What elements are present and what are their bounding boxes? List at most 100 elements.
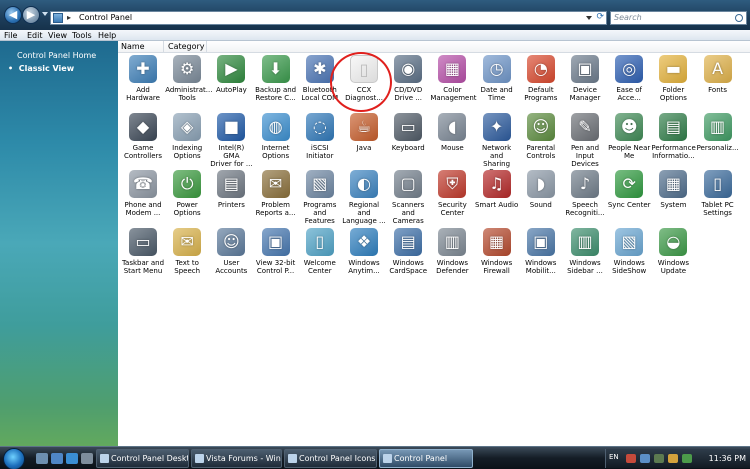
address-field[interactable]: ▸ Control Panel ⟳ [50,11,607,25]
control-panel-item[interactable]: ◷ Date and Time [475,55,519,107]
start-button[interactable] [3,448,25,469]
column-name[interactable]: Name [121,42,145,51]
back-arrow-icon: ◀ [8,8,18,21]
control-panel-item[interactable]: ▭ Keyboard [386,112,430,165]
control-panel-item-label: Internet Options [261,143,290,160]
control-panel-item[interactable]: ☺ Parental Controls [519,112,563,165]
control-panel-item[interactable]: ⛨ Security Center [430,170,474,222]
control-panel-item[interactable]: ▧ Programs and Features [298,170,342,225]
control-panel-item[interactable]: ✉ Problem Reports a... [254,170,298,222]
internet-explorer-icon[interactable] [66,453,78,464]
control-panel-item[interactable]: ▯ Tablet PC Settings [696,170,740,222]
control-panel-item[interactable]: A Fonts [696,55,740,107]
control-panel-item-icon: ▦ [659,170,688,198]
control-panel-item-icon: ■ [217,112,246,141]
language-indicator[interactable]: EN [609,453,619,461]
control-panel-item[interactable]: ✎ Pen and Input Devices [563,112,607,168]
control-panel-item-label: Phone and Modem ... [124,201,162,217]
control-panel-item[interactable]: ◍ Internet Options [254,112,298,165]
menu-view[interactable]: View [48,30,67,41]
switch-windows-icon[interactable] [51,453,63,464]
control-panel-item[interactable]: ▤ Performance Informatio... [651,112,696,165]
control-panel-item[interactable]: ◌ iSCSI Initiator [298,112,342,165]
search-input[interactable]: Search [610,11,747,25]
control-panel-item[interactable]: ▣ View 32-bit Control P... [254,227,298,280]
control-panel-home-link[interactable]: Control Panel Home [17,51,96,60]
control-panel-item[interactable]: ♪ Speech Recogniti... [563,170,607,222]
forward-button[interactable]: ▶ [22,6,40,24]
tray-icon[interactable] [668,454,678,463]
control-panel-item[interactable]: ▭ Taskbar and Start Menu [121,227,165,280]
recent-pages-dropdown-icon[interactable] [42,12,48,16]
control-panel-item[interactable]: ▶ AutoPlay [209,55,253,107]
control-panel-item[interactable]: ▤ Printers [209,170,253,222]
control-panel-item[interactable]: ▥ Personaliz... [696,112,740,165]
control-panel-item[interactable]: ☎ Phone and Modem ... [121,170,165,222]
control-panel-item-icon: ♪ [571,170,599,198]
control-panel-item[interactable]: ◐ Regional and Language ... [342,170,386,225]
volume-icon[interactable] [654,454,664,463]
control-panel-item-label: Windows SideShow [612,258,647,275]
control-panel-item[interactable]: ✚ Add Hardware [121,55,165,107]
tray-icon[interactable] [682,454,692,463]
network-icon[interactable] [640,454,650,463]
column-category[interactable]: Category [168,42,205,51]
control-panel-item[interactable]: ▦ Windows Firewall [475,227,519,280]
control-panel-item[interactable]: ◆ Game Controllers [121,112,165,165]
control-panel-item[interactable]: ▥ Windows Sidebar ... [563,227,607,280]
control-panel-item[interactable]: ☕ Java [342,112,386,165]
show-desktop-icon[interactable] [36,453,48,464]
control-panel-item[interactable]: ▣ Device Manager [563,55,607,107]
control-panel-item[interactable]: ❖ Windows Anytim... [342,227,386,280]
control-panel-item[interactable]: ◎ Ease of Acce... [607,55,651,107]
control-panel-item[interactable]: ⚙ Administrat... Tools [165,55,213,107]
control-panel-item[interactable]: ◉ CD/DVD Drive ... [386,55,430,107]
control-panel-item[interactable]: ◈ Indexing Options [165,112,209,165]
menu-tools[interactable]: Tools [72,30,92,41]
control-panel-item[interactable]: ☻ People Near Me [607,112,651,165]
breadcrumb-separator-icon[interactable]: ▸ [67,13,71,22]
control-panel-item[interactable]: ◗ Sound [519,170,563,222]
control-panel-item[interactable]: ▯ Welcome Center [298,227,342,280]
control-panel-item[interactable]: ◔ Default Programs [519,55,563,107]
taskbar-button[interactable]: Control Panel Icons ... [284,449,377,468]
control-panel-item[interactable]: ✉ Text to Speech [165,227,209,280]
address-dropdown-icon[interactable] [586,16,592,20]
back-button[interactable]: ◀ [4,6,22,24]
control-panel-item[interactable]: ▧ Windows SideShow [607,227,651,280]
control-panel-item[interactable]: ▥ Windows Defender [430,227,474,280]
control-panel-item[interactable]: ▢ Scanners and Cameras [386,170,430,225]
column-divider[interactable] [163,41,164,53]
control-panel-item-label: Administrat... Tools [165,86,213,102]
control-panel-item[interactable]: ◒ Windows Update [651,227,695,280]
taskbar-button[interactable]: Vista Forums - Wind... [191,449,282,468]
tray-icon[interactable] [626,454,636,463]
control-panel-item[interactable]: ⏻ Power Options [165,170,209,222]
control-panel-item[interactable]: ▤ Windows CardSpace [386,227,430,280]
column-divider[interactable] [206,41,207,53]
control-panel-item[interactable]: ⬇ Backup and Restore C... [254,55,298,107]
control-panel-item-label: Programs and Features [303,201,337,225]
search-icon[interactable] [735,14,743,22]
control-panel-item[interactable]: ▦ System [651,170,695,222]
classic-view-link[interactable]: • Classic View [8,64,74,73]
control-panel-item[interactable]: ▦ Color Management [430,55,477,107]
clock[interactable]: 11:36 PM [709,454,746,463]
refresh-icon[interactable]: ⟳ [596,12,604,22]
control-panel-item[interactable]: ▬ Folder Options [651,55,695,107]
menu-help[interactable]: Help [98,30,116,41]
control-panel-item-icon: ☺ [217,227,246,256]
control-panel-item[interactable]: ♫ Smart Audio [475,170,519,222]
control-panel-item[interactable]: ◖ Mouse [430,112,474,165]
control-panel-item[interactable]: ■ Intel(R) GMA Driver for ... [209,112,253,168]
quick-launch-icon[interactable] [81,453,93,464]
taskbar-button[interactable]: Control Panel Deskt... [96,449,189,468]
control-panel-item[interactable]: ▣ Windows Mobilit... [519,227,563,280]
taskbar-button-active[interactable]: Control Panel [379,449,473,468]
control-panel-item[interactable]: ⟳ Sync Center [607,170,651,222]
menu-file[interactable]: File [4,30,17,41]
control-panel-item-label: Java [356,143,372,152]
menu-edit[interactable]: Edit [27,30,43,41]
control-panel-item[interactable]: ✦Network and Sharing Ce... [475,112,519,176]
control-panel-item[interactable]: ☺ User Accounts [209,227,253,280]
